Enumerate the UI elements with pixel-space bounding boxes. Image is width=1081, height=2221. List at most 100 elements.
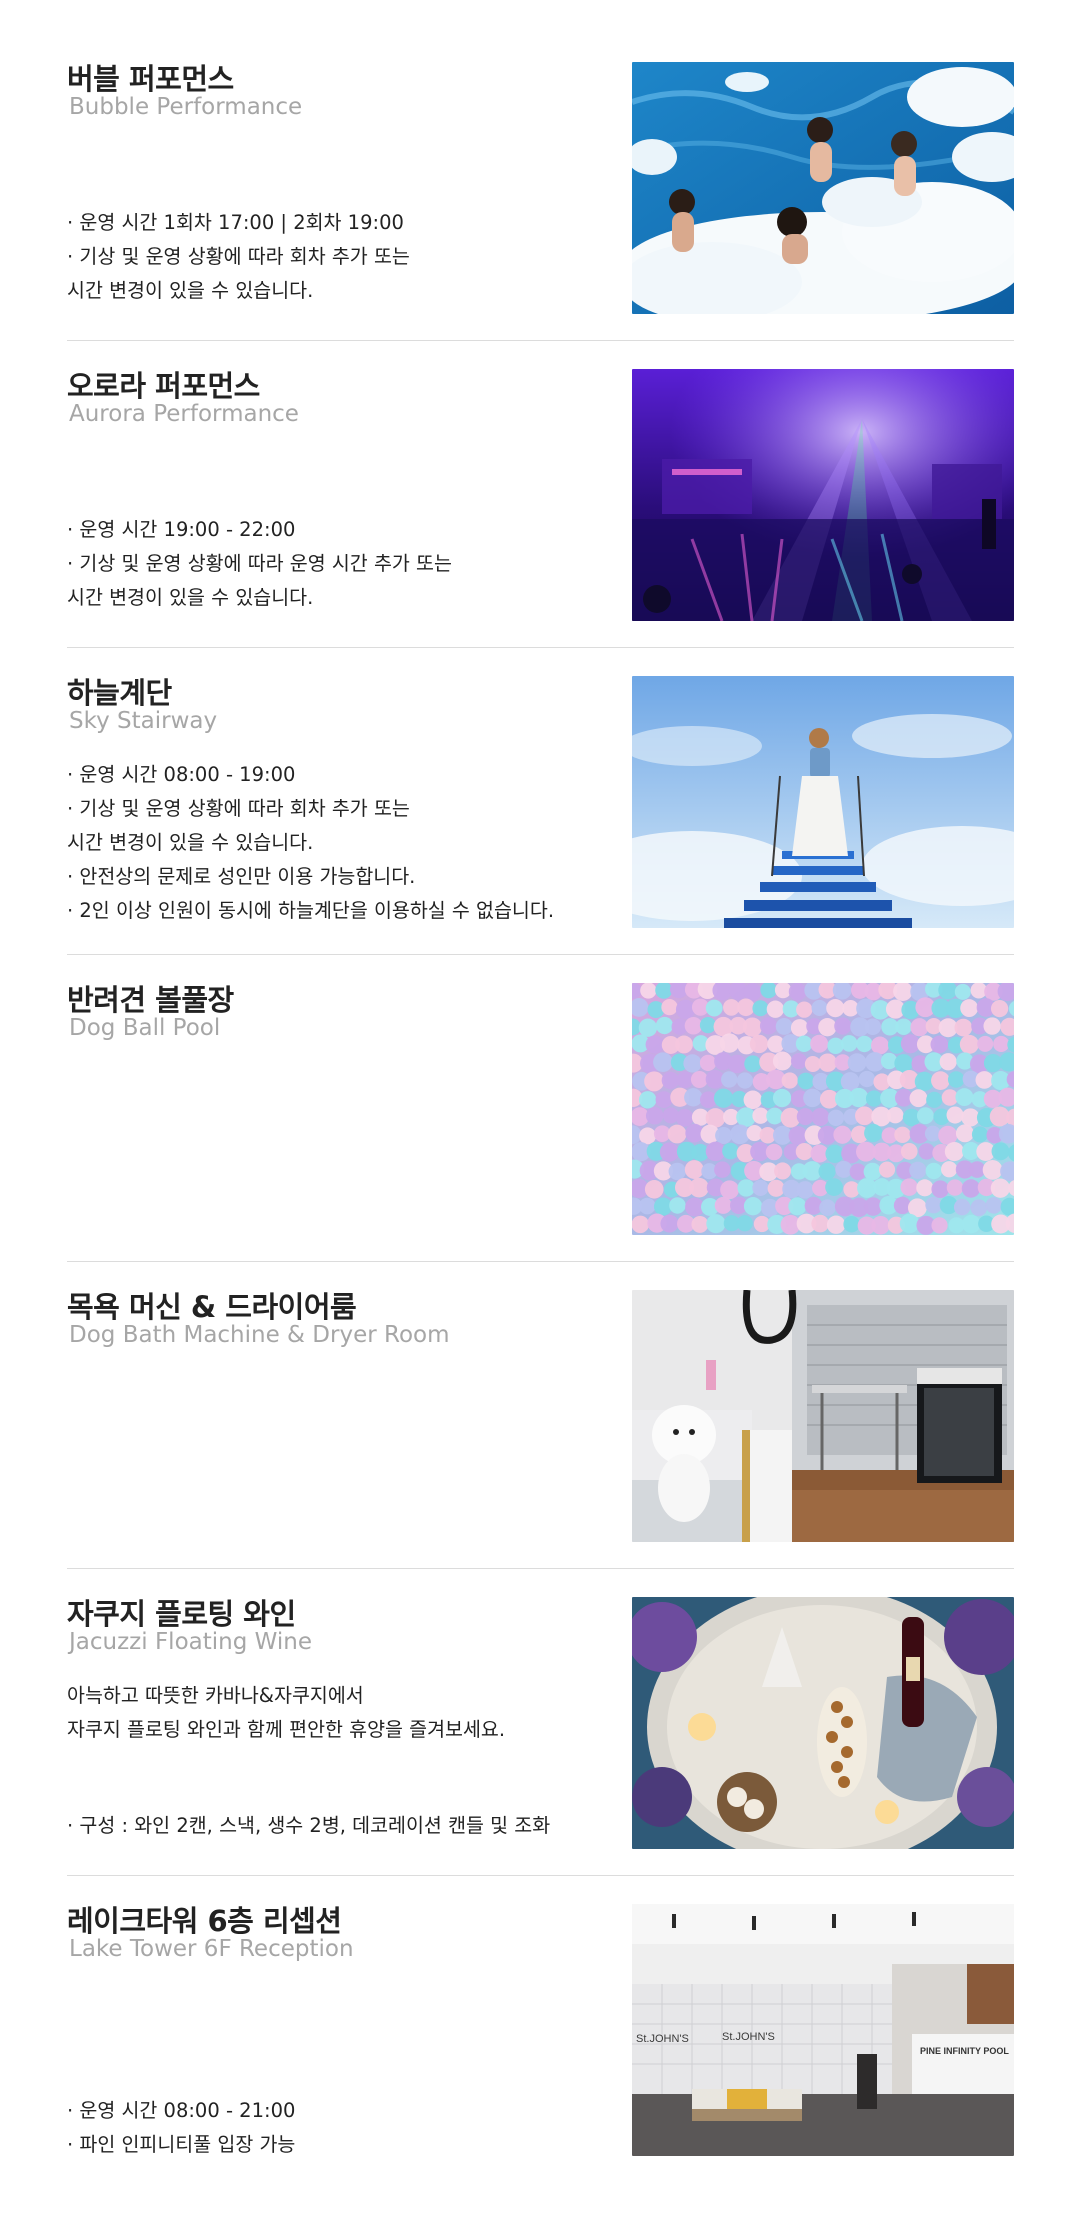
info-item: · 파인 인피니티풀 입장 가능 — [67, 2133, 296, 2156]
ball — [644, 1179, 664, 1199]
ball — [744, 1055, 762, 1073]
ball — [983, 1017, 1001, 1035]
ball — [719, 1033, 740, 1053]
bubble-performance-photo — [632, 62, 1014, 314]
section-title: 반려견 볼풀장 — [67, 983, 234, 1017]
ball — [638, 1197, 656, 1215]
info-item: · 기상 및 운영 상황에 따라 회차 추가 또는 — [67, 245, 410, 268]
ball — [975, 1071, 994, 1089]
ball — [818, 1053, 837, 1072]
ball — [661, 998, 678, 1016]
ball — [914, 1071, 934, 1092]
ball — [667, 1124, 687, 1144]
ball — [926, 1091, 943, 1108]
ball — [931, 1071, 950, 1090]
ball — [985, 1197, 1003, 1214]
section-description: 아늑하고 따뜻한 카바나&자쿠지에서 자쿠지 플로팅 와인과 함께 편안한 휴양… — [67, 1679, 505, 1747]
lake-tower-reception-photo: St.JOHN'S St.JOHN'S PINE INFINITY POOL — [632, 1904, 1014, 2156]
ball — [899, 1213, 920, 1234]
ball — [714, 1196, 732, 1214]
ball — [833, 1125, 852, 1144]
ball — [796, 1181, 814, 1199]
ball — [894, 1054, 913, 1073]
ball — [639, 1127, 657, 1145]
ball — [811, 1214, 830, 1233]
ball — [953, 1198, 971, 1216]
ball — [742, 1017, 763, 1037]
ball — [887, 1106, 904, 1124]
info-item: · 기상 및 운영 상황에 따라 회차 추가 또는 — [67, 797, 410, 820]
section-title: 자쿠지 플로팅 와인 — [67, 1597, 296, 1631]
ball — [900, 1142, 918, 1160]
ball — [925, 1162, 943, 1180]
ball — [638, 1091, 657, 1109]
ball — [825, 1178, 843, 1196]
ball — [961, 1108, 980, 1127]
section-dog-ball-pool: 반려견 볼풀장 Dog Ball Pool — [67, 955, 1014, 1262]
ball — [961, 1179, 981, 1198]
section-title: 하늘계단 — [67, 676, 172, 710]
ball — [705, 999, 723, 1017]
ball — [840, 1035, 858, 1052]
ball — [772, 1051, 792, 1071]
ball — [843, 1215, 860, 1233]
info-item: · 안전상의 문제로 성인만 이용 가능합니다. — [67, 865, 416, 888]
ball — [826, 999, 845, 1018]
ball — [796, 1108, 814, 1126]
ball — [790, 1052, 807, 1070]
ball — [970, 1199, 988, 1217]
info-item: · 운영 시간 08:00 - 21:00 — [67, 2099, 296, 2122]
ball — [722, 1142, 739, 1160]
page: 버블 퍼포먼스 Bubble Performance · 운영 시간 1회차 1… — [0, 0, 1081, 2221]
ball — [941, 1161, 958, 1178]
ball — [645, 1035, 664, 1054]
section-subtitle: Lake Tower 6F Reception — [69, 1936, 354, 1962]
ball — [819, 1199, 836, 1216]
ball — [835, 1160, 853, 1178]
ball — [781, 1072, 798, 1089]
ball — [659, 1142, 679, 1162]
ball — [743, 1090, 763, 1110]
ball — [931, 1180, 950, 1199]
ball — [795, 1142, 813, 1161]
ball — [736, 1072, 754, 1089]
section-lake-tower-reception: 레이크타워 6층 리셉션 Lake Tower 6F Reception · 운… — [67, 1876, 1014, 2183]
ball — [959, 1034, 979, 1054]
section-subtitle: Dog Ball Pool — [69, 1015, 221, 1041]
ball — [804, 1055, 821, 1073]
ball — [759, 1017, 778, 1035]
ball — [743, 983, 762, 1001]
info-item: · 2인 이상 인원이 동시에 하늘계단을 이용하실 수 없습니다. — [67, 899, 555, 922]
ball — [714, 1161, 731, 1178]
ball — [855, 1106, 874, 1126]
ball — [946, 1179, 964, 1196]
ball — [990, 999, 1009, 1018]
ball — [993, 1035, 1010, 1053]
ball — [675, 1108, 694, 1127]
ball — [971, 1126, 988, 1143]
ball — [736, 1215, 753, 1232]
ball — [811, 999, 828, 1016]
ball — [863, 1162, 882, 1181]
ball — [683, 1054, 702, 1073]
ball — [878, 1161, 896, 1178]
ball — [810, 1034, 829, 1053]
ball — [752, 1000, 769, 1017]
ball — [795, 1035, 813, 1052]
ball — [660, 1214, 679, 1233]
sky-stairway-photo — [632, 676, 1014, 928]
ball — [638, 1018, 658, 1037]
ball — [706, 1214, 726, 1234]
ball — [955, 1124, 974, 1143]
ball — [803, 1088, 822, 1108]
ball — [916, 1179, 934, 1197]
info-item: · 운영 시간 19:00 - 22:00 — [67, 518, 296, 541]
info-item: 시간 변경이 있을 수 있습니다. — [67, 831, 314, 854]
ball — [653, 1052, 673, 1072]
jacuzzi-floating-wine-photo — [632, 1597, 1014, 1849]
ball — [720, 1180, 739, 1200]
ball — [847, 1053, 867, 1073]
ball — [960, 999, 979, 1018]
ball — [699, 1016, 717, 1034]
ball — [865, 1090, 883, 1107]
